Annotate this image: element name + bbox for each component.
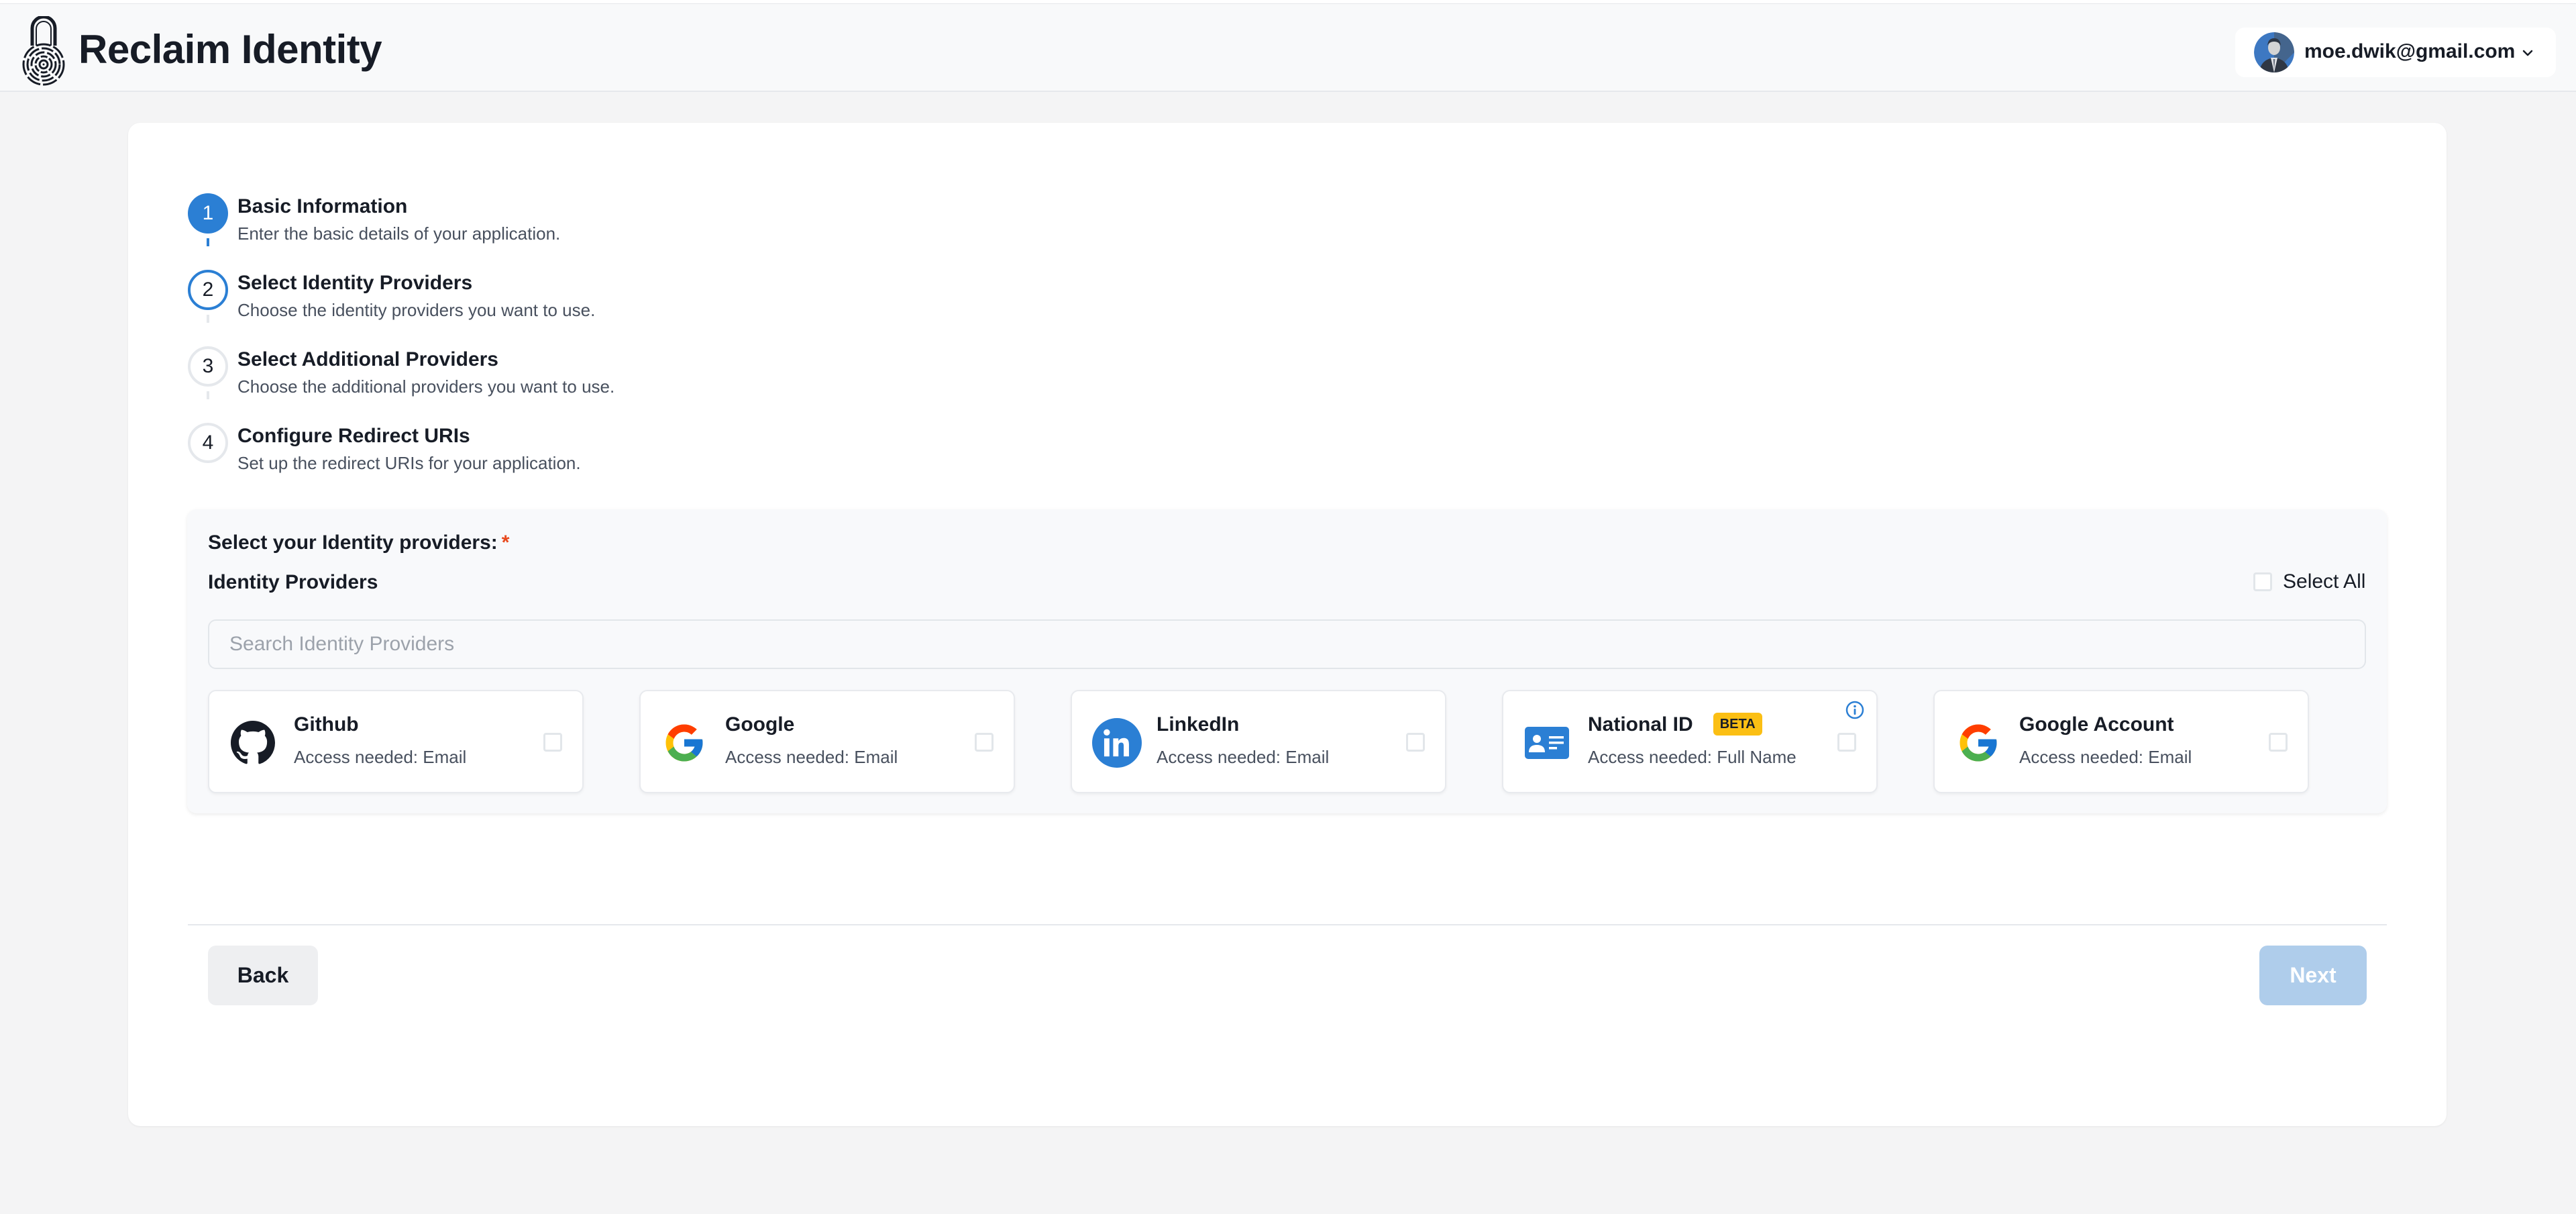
step-configure-redirect-uris[interactable]: 4 Configure Redirect URIs Set up the red…	[188, 423, 792, 490]
provider-checkbox[interactable]	[1406, 733, 1425, 752]
step-description: Set up the redirect URIs for your applic…	[237, 453, 581, 473]
provider-card-linkedin[interactable]: LinkedIn Access needed: Email	[1071, 690, 1446, 793]
provider-checkbox[interactable]	[1837, 733, 1856, 752]
back-button[interactable]: Back	[208, 946, 318, 1005]
provider-access: Access needed: Full Name	[1588, 747, 1796, 767]
linkedin-icon	[1092, 718, 1142, 768]
google-icon	[665, 724, 703, 762]
chevron-down-icon	[2522, 50, 2533, 56]
app-header: Reclaim Identity moe.dwik@gmail.com	[0, 4, 2576, 92]
step-number: 4	[188, 423, 228, 463]
provider-card-google-account[interactable]: Google Account Access needed: Email	[1933, 690, 2309, 793]
next-button[interactable]: Next	[2259, 946, 2367, 1005]
step-number: 1	[188, 193, 228, 234]
provider-name: Google	[725, 713, 795, 736]
providers-label-text: Select your Identity providers:	[208, 532, 498, 554]
provider-access: Access needed: Email	[2019, 747, 2192, 767]
providers-field-label: Select your Identity providers: *	[208, 529, 509, 556]
search-providers-input[interactable]	[208, 619, 2366, 669]
step-number: 3	[188, 346, 228, 387]
provider-access: Access needed: Email	[294, 747, 467, 767]
provider-access: Access needed: Email	[1157, 747, 1330, 767]
select-all-checkbox[interactable]	[2253, 572, 2272, 591]
step-connector	[207, 315, 209, 323]
provider-name: Google Account	[2019, 713, 2174, 736]
provider-checkbox[interactable]	[543, 733, 562, 752]
step-title: Configure Redirect URIs	[237, 425, 470, 447]
beta-badge: BETA	[1713, 713, 1762, 736]
user-menu-button[interactable]: moe.dwik@gmail.com	[2235, 28, 2556, 77]
provider-name: Github	[294, 713, 359, 736]
google-icon	[1960, 724, 1997, 762]
user-email: moe.dwik@gmail.com	[2304, 40, 2516, 62]
step-select-additional-providers[interactable]: 3 Select Additional Providers Choose the…	[188, 346, 792, 413]
step-description: Choose the identity providers you want t…	[237, 300, 596, 320]
step-title: Basic Information	[237, 195, 408, 217]
footer-divider	[188, 924, 2387, 925]
providers-subtitle: Identity Providers	[208, 571, 378, 593]
provider-card-national-id[interactable]: National ID BETA Access needed: Full Name	[1502, 690, 1878, 793]
provider-name: LinkedIn	[1157, 713, 1240, 736]
provider-checkbox[interactable]	[975, 733, 994, 752]
step-select-identity-providers[interactable]: 2 Select Identity Providers Choose the i…	[188, 270, 792, 337]
provider-card-github[interactable]: Github Access needed: Email	[208, 690, 584, 793]
step-description: Choose the additional providers you want…	[237, 376, 615, 397]
step-description: Enter the basic details of your applicat…	[237, 223, 561, 244]
provider-checkbox[interactable]	[2269, 733, 2288, 752]
provider-card-google[interactable]: Google Access needed: Email	[639, 690, 1015, 793]
github-icon	[231, 721, 275, 764]
provider-access: Access needed: Email	[725, 747, 898, 767]
user-avatar	[2254, 32, 2294, 72]
select-all-toggle[interactable]: Select All	[2253, 568, 2365, 595]
select-all-label: Select All	[2283, 570, 2366, 593]
info-icon[interactable]	[1845, 701, 1864, 719]
step-number: 2	[188, 270, 228, 310]
step-connector	[207, 391, 209, 399]
fingerprint-lock-icon	[22, 16, 65, 86]
provider-name-text: National ID	[1588, 713, 1693, 736]
step-title: Select Additional Providers	[237, 348, 498, 370]
identity-providers-panel: Select your Identity providers: * Identit…	[187, 509, 2387, 813]
step-basic-information[interactable]: 1 Basic Information Enter the basic deta…	[188, 193, 792, 260]
provider-name: National ID BETA	[1588, 711, 1762, 738]
app-title: Reclaim Identity	[78, 27, 382, 72]
step-title: Select Identity Providers	[237, 272, 473, 294]
required-marker: *	[501, 532, 510, 554]
id-card-icon	[1525, 727, 1569, 759]
step-connector	[207, 238, 209, 246]
